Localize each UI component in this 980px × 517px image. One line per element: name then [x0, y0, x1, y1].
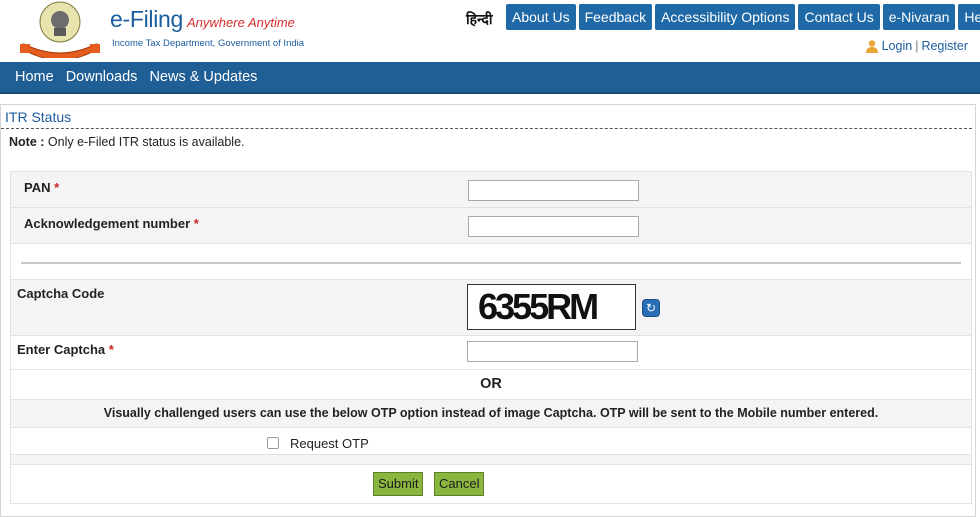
enter-captcha-row: Enter Captcha *: [11, 336, 971, 370]
ack-row: Acknowledgement number *: [11, 208, 971, 244]
divider-row: [11, 244, 971, 280]
captcha-label: Captcha Code: [17, 286, 105, 301]
topnav-help[interactable]: Help: [958, 4, 980, 30]
enter-captcha-label: Enter Captcha *: [17, 342, 114, 357]
auth-links: Login | Register: [865, 39, 968, 53]
topnav-e-nivaran[interactable]: e-Nivaran: [882, 4, 956, 30]
site-header: e-Filing Anywhere Anytime Income Tax Depa…: [0, 0, 980, 62]
topnav-about-us[interactable]: About Us: [506, 4, 576, 30]
itr-status-form: PAN * Acknowledgement number * Captcha C…: [10, 171, 972, 504]
divider: [21, 262, 961, 264]
cancel-button[interactable]: Cancel: [434, 472, 485, 496]
login-link[interactable]: Login: [882, 39, 913, 53]
captcha-row: Captcha Code 6355RM ↻: [11, 280, 971, 336]
page-title: ITR Status: [1, 105, 972, 129]
note: Note : Only e-Filed ITR status is availa…: [1, 129, 975, 157]
income-tax-emblem-logo[interactable]: [18, 0, 102, 58]
pan-input[interactable]: [468, 180, 639, 201]
user-icon: [865, 40, 878, 53]
acknowledgement-input[interactable]: [468, 216, 639, 237]
brand-tagline: Anywhere Anytime: [187, 15, 295, 30]
spacer-row: [11, 455, 971, 465]
note-text: Only e-Filed ITR status is available.: [44, 135, 245, 149]
auth-separator: |: [915, 39, 919, 53]
brand-subtitle: Income Tax Department, Government of Ind…: [112, 38, 305, 49]
nav-news-updates[interactable]: News & Updates: [149, 69, 257, 85]
pan-row: PAN *: [11, 172, 971, 208]
topnav-accessibility-options[interactable]: Accessibility Options: [655, 4, 796, 30]
register-link[interactable]: Register: [921, 39, 968, 53]
nav-home[interactable]: Home: [15, 69, 54, 85]
required-mark: *: [193, 216, 199, 231]
enter-captcha-input[interactable]: [467, 341, 638, 362]
main-navigation: Home Downloads News & Updates: [0, 62, 980, 94]
request-otp-row: Request OTP: [11, 428, 971, 455]
or-row: OR: [11, 370, 971, 400]
content-panel: ITR Status Note : Only e-Filed ITR statu…: [0, 104, 976, 517]
ack-label: Acknowledgement number *: [24, 216, 199, 231]
refresh-captcha-icon[interactable]: ↻: [642, 299, 660, 317]
otp-info-text: Visually challenged users can use the be…: [103, 406, 879, 420]
required-mark: *: [108, 342, 114, 357]
request-otp-checkbox[interactable]: [267, 437, 279, 449]
captcha-image: 6355RM: [467, 284, 636, 330]
required-mark: *: [54, 180, 60, 195]
nav-downloads[interactable]: Downloads: [66, 69, 138, 85]
top-navigation: About Us Feedback Accessibility Options …: [506, 4, 980, 30]
or-separator-text: OR: [480, 376, 502, 392]
submit-button[interactable]: Submit: [373, 472, 424, 496]
brand-title: e-Filing: [110, 6, 184, 32]
brand: e-Filing Anywhere Anytime: [110, 6, 295, 33]
hindi-language-link[interactable]: हिन्दी: [466, 10, 492, 29]
otp-info-row: Visually challenged users can use the be…: [11, 400, 971, 428]
buttons-row: Submit Cancel: [11, 465, 971, 503]
note-label: Note :: [9, 135, 45, 149]
pan-label: PAN *: [24, 180, 60, 195]
request-otp-label: Request OTP: [290, 436, 369, 451]
topnav-contact-us[interactable]: Contact Us: [798, 4, 880, 30]
topnav-feedback[interactable]: Feedback: [578, 4, 653, 30]
